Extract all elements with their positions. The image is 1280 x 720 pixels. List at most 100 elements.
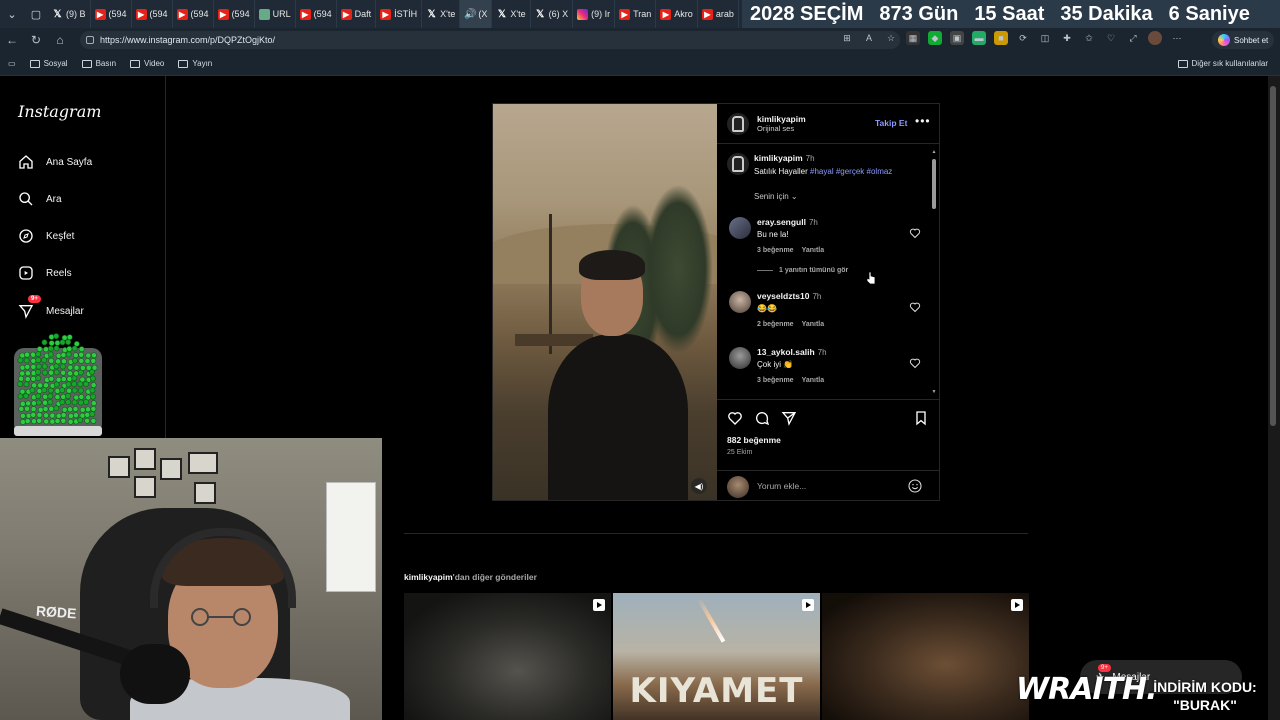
more-posts-username[interactable]: kimlikyapim [404, 572, 453, 582]
reply-button[interactable]: Yanıtla [802, 247, 825, 254]
bookmark-icon[interactable] [913, 410, 929, 426]
browser-tab[interactable]: ▶ arab [698, 0, 739, 28]
more-options-icon[interactable]: ⋯ [1170, 31, 1184, 45]
tab-panel-icon[interactable]: ▭ [8, 59, 16, 68]
read-aloud-icon[interactable]: A [862, 31, 876, 45]
nav-item-messages[interactable]: 9+ Mesajlar [18, 295, 84, 321]
comment-likes[interactable]: 2 beğenme [757, 321, 794, 328]
commenter-avatar[interactable] [729, 291, 751, 313]
browser-tab[interactable]: 🔊 (X [460, 0, 493, 28]
author-username[interactable]: kimlikyapim [757, 114, 806, 124]
tab-actions-chevron-icon[interactable]: ⌄ [0, 0, 24, 28]
heart-icon[interactable] [909, 301, 921, 313]
workspaces-icon[interactable]: ▢ [24, 0, 48, 28]
extension-icon[interactable]: ▦ [906, 31, 920, 45]
performance-icon[interactable]: ♡ [1104, 31, 1118, 45]
bookmark-folder-sosyal[interactable]: Sosyal [29, 59, 68, 68]
view-replies-button[interactable]: 1 yanıtın tümünü gör [757, 267, 848, 274]
post-video[interactable]: ◀) [493, 104, 717, 500]
caption-avatar[interactable] [727, 153, 749, 175]
audio-label[interactable]: Orijinal ses [757, 124, 806, 133]
instagram-logo[interactable]: Instagram [18, 102, 101, 121]
app-available-icon[interactable]: ⊞ [840, 31, 854, 45]
browser-tab[interactable]: ▶ Daft [337, 0, 377, 28]
bookmark-folder-yayin[interactable]: Yayın [178, 59, 212, 68]
browser-tab[interactable]: ▶ (594 [91, 0, 132, 28]
browser-tab[interactable]: ▶ (594 [296, 0, 337, 28]
mute-icon[interactable]: ◀) [691, 478, 707, 494]
commenter-username[interactable]: 13_aykol.salih [757, 347, 815, 357]
more-post-thumbnail[interactable] [822, 593, 1029, 720]
refresh-ext-icon[interactable]: ⟳ [1016, 31, 1030, 45]
browser-tab[interactable]: 𝕏 (6) X [531, 0, 574, 28]
refresh-icon[interactable]: ↻ [24, 28, 48, 52]
browser-tab[interactable]: 𝕏 (9) B [48, 0, 91, 28]
nav-item-home[interactable]: Ana Sayfa [18, 152, 92, 172]
comment-likes[interactable]: 3 beğenme [757, 377, 794, 384]
comment-icon[interactable] [754, 410, 770, 426]
site-info-icon[interactable] [86, 36, 94, 44]
scroll-up-icon[interactable]: ▲ [931, 149, 937, 155]
bookmark-folder-video[interactable]: Video [130, 59, 164, 68]
like-heart-icon[interactable] [727, 410, 743, 426]
profile-avatar[interactable] [1148, 31, 1162, 45]
home-browser-icon[interactable]: ⌂ [48, 28, 72, 52]
caption-hashtags[interactable]: #hayal #gerçek #olmaz [810, 167, 892, 176]
browser-tab[interactable]: ▶ (594 [132, 0, 173, 28]
share-icon[interactable] [781, 410, 797, 426]
follow-button[interactable]: Takip Et [875, 118, 907, 128]
commenter-avatar[interactable] [729, 217, 751, 239]
commenter-username[interactable]: eray.sengull [757, 217, 806, 227]
browser-tab[interactable]: ▶ Akro [656, 0, 698, 28]
extensions-puzzle-icon[interactable]: ✚ [1060, 31, 1074, 45]
comment-likes[interactable]: 3 beğenme [757, 247, 794, 254]
browser-tab[interactable]: ▶ (594 [214, 0, 255, 28]
split-screen-icon[interactable]: ◫ [1038, 31, 1052, 45]
reply-button[interactable]: Yanıtla [802, 377, 825, 384]
url-field[interactable]: https://www.instagram.com/p/DQPZtOgjKto/ [80, 31, 900, 49]
other-bookmarks-folder[interactable]: Diğer sık kullanılanlar [1177, 59, 1268, 68]
browser-tab[interactable]: URL [255, 0, 296, 28]
caption-username[interactable]: kimlikyapim [754, 153, 803, 163]
nav-item-reels[interactable]: Reels [18, 263, 72, 283]
page-scrollbar[interactable] [1268, 76, 1280, 720]
address-bar-row: ← ↻ ⌂ https://www.instagram.com/p/DQPZtO… [0, 28, 1280, 52]
screenshot-icon[interactable]: ⤢ [1126, 31, 1140, 45]
browser-tab[interactable]: ▶ Tran [615, 0, 657, 28]
extension-icon[interactable]: ▬ [972, 31, 986, 45]
page-scroll-thumb[interactable] [1270, 86, 1276, 426]
extension-icon[interactable]: ■ [994, 31, 1008, 45]
author-avatar[interactable] [727, 113, 749, 135]
copilot-chat-button[interactable]: Sohbet et [1212, 31, 1275, 49]
emoji-icon[interactable] [907, 478, 923, 494]
browser-tab[interactable]: ▶ (594 [173, 0, 214, 28]
like-count[interactable]: 882 beğenme [727, 435, 781, 445]
nav-item-search[interactable]: Ara [18, 189, 62, 209]
commenter-username[interactable]: veyseldzts10 [757, 291, 809, 301]
heart-icon[interactable] [909, 227, 921, 239]
more-post-thumbnail[interactable] [404, 593, 611, 720]
nav-item-explore[interactable]: Keşfet [18, 226, 74, 246]
comment-sort-dropdown[interactable]: Senin için ⌄ [754, 192, 798, 201]
back-icon[interactable]: ← [0, 28, 24, 52]
bookmark-folder-basin[interactable]: Basın [81, 59, 116, 68]
bookmarks-bar: ▭ Sosyal Basın Video Yayın Diğer sık kul… [0, 52, 1280, 76]
reply-button[interactable]: Yanıtla [802, 321, 825, 328]
comments-scrollbar[interactable]: ▲ ▼ [931, 149, 937, 395]
favorite-star-icon[interactable]: ☆ [884, 31, 898, 45]
hand-cursor-icon [866, 271, 876, 285]
extension-icon[interactable]: ◆ [928, 31, 942, 45]
more-options-icon[interactable]: ••• [915, 114, 931, 128]
more-post-thumbnail[interactable]: KIYAMET [613, 593, 820, 720]
comments-scroll-thumb[interactable] [932, 159, 936, 209]
browser-tab[interactable]: 𝕏 X'te [492, 0, 531, 28]
extension-icon[interactable]: ▣ [950, 31, 964, 45]
comment-input[interactable]: Yorum ekle... [757, 481, 806, 491]
browser-tab[interactable]: (9) Ir [573, 0, 616, 28]
favorites-icon[interactable]: ✩ [1082, 31, 1096, 45]
browser-tab[interactable]: 𝕏 X'te [422, 0, 461, 28]
browser-tab[interactable]: ▶ İSTİH [376, 0, 423, 28]
scroll-down-icon[interactable]: ▼ [931, 389, 937, 395]
commenter-avatar[interactable] [729, 347, 751, 369]
heart-icon[interactable] [909, 357, 921, 369]
